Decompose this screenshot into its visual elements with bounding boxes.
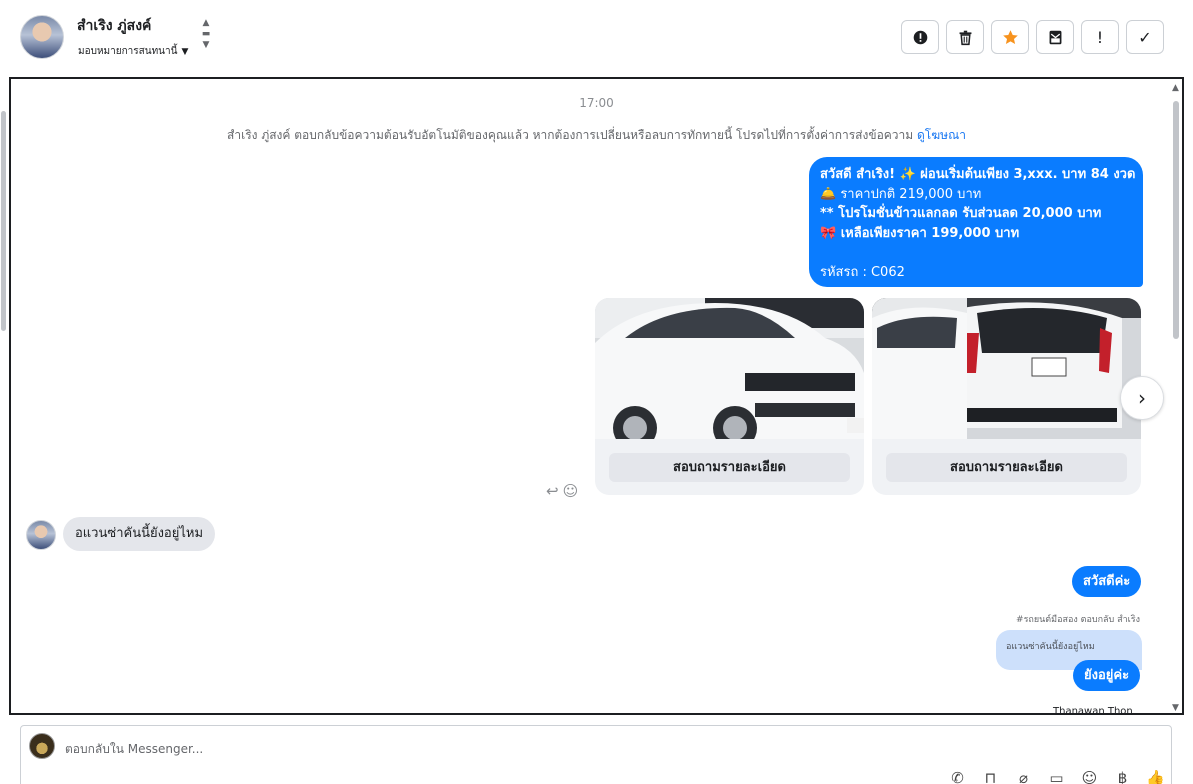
arrow-down-icon[interactable]: ▼ <box>200 40 212 51</box>
car-rear-image[interactable] <box>872 298 1141 439</box>
promo-line: 🛎️ ราคาปกติ 219,000 บาท <box>820 186 982 202</box>
exclamation-circle-icon <box>913 30 927 44</box>
page-avatar <box>29 733 55 759</box>
emoji-react-icon[interactable]: ☺ <box>563 482 579 500</box>
chat-bubble-icon[interactable]: ▭ <box>1047 769 1066 784</box>
message-actions: ↩ ☺ <box>546 482 578 500</box>
conversation-header: สำเริง ภู่สงค์ มอบหมายการสนทนานี้ ▼ ▲ ▬ … <box>0 0 1193 76</box>
conversation-navigator[interactable]: ▲ ▬ ▼ <box>200 18 212 58</box>
report-button[interactable] <box>901 20 939 54</box>
contact-avatar-small <box>26 520 56 550</box>
car-front-image[interactable] <box>595 298 864 439</box>
promo-line: สวัสดี สำเริง! ✨ ผ่อนเริ่มต้นเพียง 3,xxx… <box>820 167 1136 182</box>
outgoing-message: ยังอยู่ค่ะ <box>1073 660 1141 691</box>
scroll-down-icon[interactable]: ▼ <box>1172 703 1179 713</box>
mark-unread-button[interactable] <box>1036 20 1074 54</box>
product-card: สอบถามรายละเอียด <box>595 298 864 495</box>
promo-message: สวัสดี สำเริง! ✨ ผ่อนเริ่มต้นเพียง 3,xxx… <box>809 157 1143 287</box>
message-composer[interactable]: ตอบกลับใน Messenger... ✆ ⊓ ⌀ ▭ ☺ ฿ 👍 <box>20 725 1172 784</box>
emoji-icon[interactable]: ☺ <box>1080 769 1099 784</box>
system-message: สำเริง ภู่สงค์ ตอบกลับข้อความต้อนรับอัตโ… <box>11 126 1182 145</box>
delete-button[interactable] <box>946 20 984 54</box>
contact-avatar[interactable] <box>20 15 64 59</box>
paperclip-icon[interactable]: ⌀ <box>1014 769 1033 784</box>
reply-metadata: #รถยนต์มือสอง ตอบกลับ สำเริง <box>1016 615 1140 625</box>
outgoing-message: สวัสดีค่ะ <box>1072 566 1142 597</box>
trash-icon <box>959 30 971 45</box>
caret-down-icon: ▼ <box>181 46 189 57</box>
arrow-up-icon[interactable]: ▲ <box>200 18 212 29</box>
carousel-next-button[interactable]: › <box>1120 376 1164 420</box>
promo-line <box>820 243 1133 263</box>
left-panel-scrollbar[interactable] <box>0 93 7 333</box>
sender-name: Thanawan Thon <box>1053 706 1133 715</box>
assign-label: มอบหมายการสนทนานี้ <box>78 46 178 57</box>
system-message-text: สำเริง ภู่สงค์ ตอบกลับข้อความต้อนรับอัตโ… <box>227 128 914 142</box>
shopping-bag-icon[interactable]: ⊓ <box>981 769 1000 784</box>
inquire-details-button[interactable]: สอบถามรายละเอียด <box>609 453 850 482</box>
header-toolbar: ! ✓ <box>901 20 1164 54</box>
timestamp: 17:00 <box>579 96 614 110</box>
promo-line: รหัสรถ : C062 <box>820 264 905 280</box>
assign-conversation-dropdown[interactable]: มอบหมายการสนทนานี้ ▼ <box>78 44 188 59</box>
star-icon <box>1002 29 1018 44</box>
scroll-up-icon[interactable]: ▲ <box>1172 83 1179 93</box>
contact-name[interactable]: สำเริง ภู่สงค์ <box>77 15 151 37</box>
product-card: สอบถามรายละเอียด <box>872 298 1141 495</box>
envelope-icon <box>1049 30 1061 44</box>
reply-input[interactable]: ตอบกลับใน Messenger... <box>65 740 203 759</box>
promo-line: ** โปรโมชั่นข้าวแลกลด รับส่วนลด 20,000 บ… <box>820 206 1102 221</box>
exclamation-icon: ! <box>1096 27 1104 47</box>
message-thread: 17:00 สำเริง ภู่สงค์ ตอบกลับข้อความต้อนร… <box>9 77 1184 715</box>
priority-button[interactable]: ! <box>1081 20 1119 54</box>
drag-handle-icon: ▬ <box>201 29 211 39</box>
incoming-message: อแวนซ่าคันนี้ยังอยู่ไหม <box>63 517 216 551</box>
promo-line: 🎀 เหลือเพียงราคา 199,000 บาท <box>820 225 1020 241</box>
inquire-details-button[interactable]: สอบถามรายละเอียด <box>886 453 1127 482</box>
thumbs-up-icon[interactable]: 👍 <box>1146 769 1165 784</box>
phone-add-icon[interactable]: ✆ <box>948 769 967 784</box>
baht-icon[interactable]: ฿ <box>1113 769 1132 784</box>
chevron-right-icon: › <box>1138 386 1146 410</box>
reply-icon[interactable]: ↩ <box>546 482 559 500</box>
star-button[interactable] <box>991 20 1029 54</box>
check-icon: ✓ <box>1138 27 1152 47</box>
done-button[interactable]: ✓ <box>1126 20 1164 54</box>
product-carousel: สอบถามรายละเอียด สอบถามรายละเอียด <box>595 298 1141 495</box>
scrollbar-thumb[interactable] <box>1173 101 1179 339</box>
composer-toolbar: ✆ ⊓ ⌀ ▭ ☺ ฿ 👍 <box>948 769 1165 784</box>
thread-scrollbar[interactable]: ▲ ▼ <box>1170 83 1182 713</box>
view-ad-link[interactable]: ดูโฆษณา <box>917 128 966 142</box>
